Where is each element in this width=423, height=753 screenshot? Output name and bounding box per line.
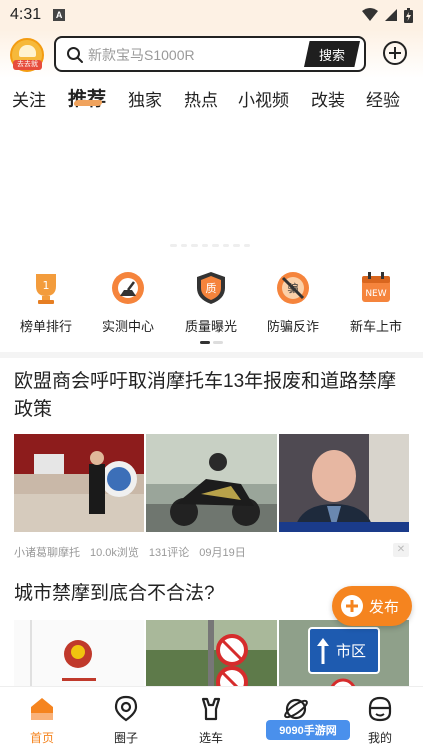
quick-link-label: 实测中心 (101, 319, 154, 334)
nav-label: 我的 (367, 731, 392, 745)
publish-button[interactable]: 发布 (332, 586, 412, 626)
logo-face-icon (19, 45, 36, 57)
quality-shield-icon: 质 (193, 270, 229, 306)
bottom-nav: 首页 圈子 选车 我的 (0, 686, 423, 753)
quick-link-ranking[interactable]: 1 榜单排行 (10, 270, 82, 335)
search-input[interactable] (88, 44, 288, 66)
quick-links: 1 榜单排行 实测中心 质 质量曝光 骗 防骗反诈 NEW 新车上市 (0, 270, 423, 340)
logo-label: 去去就 (13, 60, 42, 70)
quick-link-anti-fraud[interactable]: 骗 防骗反诈 (257, 270, 329, 335)
article-image (146, 434, 277, 532)
banner-pagination (170, 244, 250, 248)
dismiss-close-icon[interactable]: ✕ (393, 543, 409, 557)
article-views: 10.0k浏览 (90, 547, 139, 559)
quick-link-label: 质量曝光 (184, 319, 237, 334)
nav-circle[interactable]: 圈子 (96, 695, 156, 746)
active-tab-indicator (73, 100, 103, 106)
nav-label: 选车 (198, 731, 223, 745)
home-icon (28, 695, 56, 723)
nav-mine[interactable]: 我的 (350, 695, 410, 746)
svg-text:1: 1 (43, 279, 50, 292)
profile-icon (366, 695, 394, 723)
nav-label: 圈子 (113, 731, 138, 745)
article-meta: 小诸葛聊摩托 10.0k浏览 131评论 09月19日 (14, 544, 409, 560)
article-image (14, 434, 145, 532)
nav-label: 首页 (29, 731, 54, 745)
tab-experience[interactable]: 经验 (366, 86, 400, 111)
speedometer-icon (110, 270, 146, 306)
app-logo[interactable]: 去去就 (10, 38, 44, 72)
article-image (278, 434, 409, 532)
notification-icon: A (53, 9, 66, 21)
search-icon (67, 47, 83, 63)
quick-link-label: 榜单排行 (19, 319, 72, 334)
location-pin-icon (112, 695, 140, 723)
tab-hot[interactable]: 热点 (184, 86, 218, 111)
svg-text:质: 质 (206, 282, 217, 295)
status-icons (362, 7, 413, 23)
wifi-icon (362, 8, 378, 21)
add-circle-icon[interactable] (382, 40, 408, 66)
article-source[interactable]: 小诸葛聊摩托 (14, 544, 80, 560)
plus-icon (341, 595, 363, 617)
status-time: 4:31 (10, 6, 42, 23)
motorcycle-icon (197, 695, 225, 723)
trophy-icon: 1 (28, 270, 64, 306)
quick-link-test-center[interactable]: 实测中心 (92, 270, 164, 335)
article-comments: 131评论 (148, 547, 190, 559)
signal-icon (385, 9, 397, 21)
quick-links-pager (200, 341, 224, 344)
quick-link-quality[interactable]: 质 质量曝光 (175, 270, 247, 335)
publish-label: 发布 (369, 598, 400, 616)
status-bar: 4:31 A (0, 0, 423, 30)
quick-link-label: 新车上市 (349, 319, 402, 334)
road-sign-text: 市区 (336, 642, 366, 660)
article-images[interactable] (14, 434, 409, 532)
tab-exclusive[interactable]: 独家 (128, 86, 162, 111)
section-divider (0, 352, 423, 358)
quick-link-label: 防骗反诈 (266, 319, 319, 334)
tab-modification[interactable]: 改装 (311, 86, 345, 111)
article-date: 09月19日 (199, 547, 246, 559)
banner-area[interactable] (0, 118, 423, 248)
battery-icon (404, 7, 413, 23)
no-fraud-icon: 骗 (275, 270, 311, 306)
tab-short-video[interactable]: 小视频 (238, 86, 289, 111)
category-tabs: 关注 推荐 独家 热点 小视频 改装 经验 (0, 78, 423, 118)
nav-home[interactable]: 首页 (12, 695, 72, 746)
article-image (14, 620, 145, 686)
svg-text:NEW: NEW (365, 289, 386, 299)
search-button[interactable]: 搜索 (304, 41, 360, 67)
tab-recommend[interactable]: 推荐 (68, 84, 106, 111)
nav-choose-car[interactable]: 选车 (181, 695, 241, 746)
tab-follow[interactable]: 关注 (12, 86, 46, 111)
article-images[interactable]: 市区 (14, 620, 409, 686)
new-calendar-icon: NEW (358, 270, 394, 306)
quick-link-new-models[interactable]: NEW 新车上市 (340, 270, 412, 335)
site-watermark: 9090手游网 (266, 720, 350, 740)
article-image: 市区 (278, 620, 409, 686)
article-image (146, 620, 277, 686)
header: 去去就 搜索 (0, 30, 423, 78)
search-bar[interactable]: 搜索 (54, 36, 366, 72)
planet-icon (282, 695, 310, 723)
article-title[interactable]: 欧盟商会呼吁取消摩托车13年报废和道路禁摩政策 (14, 368, 409, 424)
